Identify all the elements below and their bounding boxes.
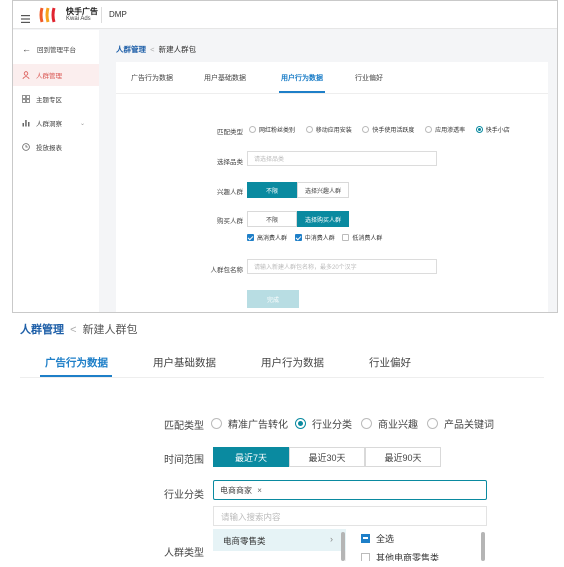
- checkbox-high[interactable]: 高消费人群: [247, 233, 287, 242]
- product-name: DMP: [109, 10, 127, 19]
- cascader-check-all[interactable]: 全选: [361, 532, 394, 545]
- chevron-down-icon: ⌄: [80, 120, 86, 127]
- tab-ad-behavior[interactable]: 广告行为数据: [131, 73, 173, 83]
- screenshot-top: 快手广告 Kwai Ads DMP ← 回到管理平台 人群管理 主题专区 人群洞…: [12, 0, 558, 313]
- category-label: 选择品类: [217, 159, 243, 166]
- search-placeholder: 请输入搜索内容: [221, 512, 281, 522]
- breadcrumb-sep: <: [150, 45, 155, 54]
- breadcrumb-root[interactable]: 人群管理: [20, 324, 64, 336]
- tab-user-basic[interactable]: 用户基础数据: [204, 73, 246, 83]
- breadcrumb-root[interactable]: 人群管理: [116, 45, 146, 54]
- breadcrumb-current: 新建人群包: [158, 45, 197, 54]
- checkbox-icon: [361, 553, 370, 561]
- interest-unlimited-button[interactable]: 不限: [247, 182, 297, 198]
- chevron-right-icon: ›: [330, 534, 333, 544]
- radio-option-keyword[interactable]: 产品关键词: [427, 416, 494, 431]
- report-icon: [22, 143, 30, 151]
- arrow-left-icon: ←: [22, 44, 31, 54]
- breadcrumb: 人群管理 < 新建人群包: [116, 44, 196, 55]
- crowd-type-label: 人群类型: [164, 548, 204, 559]
- tab-divider: [116, 93, 548, 94]
- cascader-scrollbar-left[interactable]: [341, 532, 345, 561]
- match-type-options: 网红粉丝类别 移动应用安装 快手使用活跃度 应用渗透率 快手小店: [249, 125, 510, 134]
- sidebar-item-report[interactable]: 投放报表: [13, 136, 99, 158]
- checkbox-checked-icon: [361, 534, 370, 543]
- sidebar-back[interactable]: ← 回到管理平台: [13, 38, 99, 60]
- top-bar: 快手广告 Kwai Ads DMP: [13, 1, 557, 29]
- bar-chart-icon: [22, 120, 30, 127]
- grid-icon: [22, 95, 30, 103]
- sidebar-item-label: 主题专区: [36, 97, 62, 104]
- tab-user-behavior[interactable]: 用户行为数据: [281, 73, 323, 83]
- breadcrumb-bottom: 人群管理 < 新建人群包: [20, 321, 138, 337]
- purchase-unlimited-button[interactable]: 不限: [247, 211, 297, 227]
- time-90d-button[interactable]: 最近90天: [365, 447, 441, 467]
- match-type-label: 匹配类型: [217, 129, 243, 136]
- sidebar-item-label: 投放报表: [36, 145, 62, 152]
- submit-button[interactable]: 完成: [247, 290, 299, 308]
- match-type-label: 匹配类型: [164, 421, 204, 432]
- cascader-left-panel: 电商零售类 ›: [213, 529, 346, 561]
- tab-industry-bottom[interactable]: 行业偏好: [369, 355, 411, 370]
- divider: [101, 7, 102, 23]
- check-all-label: 全选: [376, 534, 395, 544]
- radio-option-precise[interactable]: 精准广告转化: [211, 416, 288, 431]
- breadcrumb-sep: <: [70, 324, 77, 336]
- package-name-label: 人群包名称: [210, 267, 244, 274]
- category-select[interactable]: 请选择品类: [247, 151, 437, 166]
- cascader-item[interactable]: 电商零售类 ›: [213, 529, 346, 551]
- time-30d-button[interactable]: 最近30天: [289, 447, 365, 467]
- sidebar-item-crowd-management[interactable]: 人群管理: [13, 64, 99, 86]
- cascader-check-other[interactable]: 其他电商零售类: [361, 553, 439, 561]
- interest-label: 兴趣人群: [217, 189, 243, 196]
- tab-ad-behavior-bottom[interactable]: 广告行为数据: [45, 355, 108, 370]
- search-input[interactable]: 请输入搜索内容: [213, 506, 487, 526]
- bottom-edge: [0, 561, 564, 567]
- breadcrumb-current: 新建人群包: [82, 324, 138, 336]
- menu-icon[interactable]: [21, 10, 30, 23]
- checkbox-low[interactable]: 低消费人群: [342, 233, 382, 242]
- check-other-label: 其他电商零售类: [376, 553, 440, 561]
- sidebar-item-insight[interactable]: 人群洞察 ⌄: [13, 112, 99, 134]
- interest-select-button[interactable]: 选择兴趣人群: [297, 182, 349, 198]
- sidebar-back-label: 回到管理平台: [37, 47, 76, 54]
- radio-option[interactable]: 移动应用安装: [305, 125, 352, 134]
- sidebar-item-label: 人群洞察: [36, 121, 62, 128]
- time-7d-button[interactable]: 最近7天: [213, 447, 289, 467]
- package-name-input[interactable]: 请输入新建人群包名称，最多20个汉字: [247, 259, 437, 274]
- cascader-item-label: 电商零售类: [223, 536, 266, 546]
- sidebar-item-label: 人群管理: [36, 73, 62, 80]
- time-range-label: 时间范围: [164, 455, 204, 466]
- industry-label: 行业分类: [164, 490, 204, 501]
- tab-user-basic-bottom[interactable]: 用户基础数据: [153, 355, 216, 370]
- industry-select[interactable]: 电商商家 ×: [213, 480, 487, 500]
- users-icon: [22, 71, 30, 79]
- checkbox-mid[interactable]: 中消费人群: [294, 233, 335, 242]
- purchase-label: 购买人群: [217, 218, 243, 225]
- sidebar-item-topics[interactable]: 主题专区: [13, 88, 99, 110]
- tab-divider: [20, 377, 544, 378]
- radio-option[interactable]: 快手使用活跃度: [362, 125, 414, 134]
- sidebar: ← 回到管理平台 人群管理 主题专区 人群洞察 ⌄ 投放报表: [13, 30, 99, 312]
- cascader-right-panel: 全选 其他电商零售类: [347, 529, 487, 561]
- close-icon[interactable]: ×: [257, 486, 262, 495]
- purchase-checks: 高消费人群 中消费人群 低消费人群: [247, 233, 382, 242]
- purchase-select-button[interactable]: 选择购买人群: [297, 211, 349, 227]
- radio-option[interactable]: 快手小店: [475, 125, 510, 134]
- radio-option[interactable]: 应用渗透率: [425, 125, 465, 134]
- cascader-scrollbar-right[interactable]: [481, 532, 485, 561]
- radio-option-industry[interactable]: 行业分类: [295, 416, 352, 431]
- industry-tag-label: 电商商家: [220, 486, 252, 495]
- tab-industry[interactable]: 行业偏好: [355, 73, 383, 83]
- industry-tag[interactable]: 电商商家 ×: [220, 485, 262, 496]
- radio-option[interactable]: 网红粉丝类别: [249, 125, 295, 134]
- radio-option-interest[interactable]: 商业兴趣: [361, 416, 418, 431]
- brand-name-en: Kwai Ads: [66, 16, 91, 22]
- kwai-logo-icon: [39, 6, 61, 24]
- tab-user-behavior-bottom[interactable]: 用户行为数据: [261, 355, 324, 370]
